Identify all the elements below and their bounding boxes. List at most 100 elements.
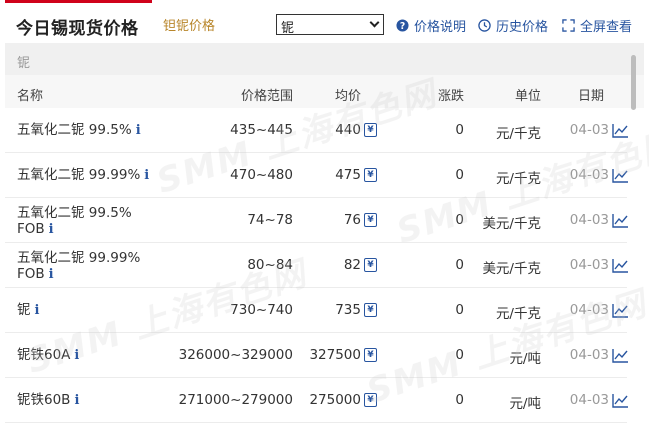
row-name-text: 铌	[17, 302, 31, 318]
yuan-icon[interactable]: ¥	[364, 348, 377, 362]
row-date: 04-03	[569, 257, 609, 273]
question-circle-icon: ?	[396, 19, 409, 32]
row-unit: 元/千克	[495, 171, 541, 187]
row-change: 0	[455, 122, 464, 138]
row-name-text: 五氧化二铌 99.99%	[17, 167, 141, 183]
row-change: 0	[455, 257, 464, 273]
row-unit: 元/吨	[509, 351, 541, 367]
row-name-suffix: FOB	[17, 221, 45, 237]
trend-chart-icon[interactable]	[612, 213, 629, 228]
row-change: 0	[455, 212, 464, 228]
info-icon[interactable]: i	[74, 348, 79, 363]
row-unit: 美元/千克	[482, 261, 541, 277]
row-average-price: 82	[343, 257, 361, 273]
row-price-range: 730~740	[230, 302, 293, 318]
price-explanation-button[interactable]: ? 价格说明	[396, 16, 466, 35]
row-date: 04-03	[569, 122, 609, 138]
fullscreen-label: 全屏查看	[580, 20, 633, 35]
row-name: 铌铁60B i	[17, 392, 79, 409]
yuan-icon[interactable]: ¥	[364, 393, 377, 407]
fullscreen-icon	[562, 19, 575, 32]
trend-chart-icon[interactable]	[612, 258, 629, 273]
row-name: 五氧化二铌 99.5% FOB i	[17, 205, 132, 238]
table-row: 五氧化二铌 99.99% i 470~480 475 0 元/千克 04-03 ¥	[5, 153, 629, 198]
row-name: 五氧化二铌 99.99% i	[17, 167, 149, 184]
trend-chart-icon[interactable]	[612, 303, 629, 318]
column-header-change: 涨跌	[438, 89, 465, 104]
table-row: 五氧化二铌 99.99% FOB i 80~84 82 0 美元/千克 04-03 ¥	[5, 243, 629, 288]
table-row: 五氧化二铌 99.5% i 435~445 440 0 元/千克 04-03 ¥	[5, 108, 629, 153]
row-unit: 元/吨	[509, 396, 541, 412]
row-average-price: 275000	[309, 392, 361, 408]
yuan-icon[interactable]: ¥	[364, 258, 377, 272]
table-row: 铌铁60B i 271000~279000 275000 0 元/吨 04-03 ¥	[5, 378, 629, 423]
fullscreen-button[interactable]: 全屏查看	[562, 16, 632, 35]
table-row: 五氧化二铌 99.5% FOB i 74~78 76 0 美元/千克 04-03 ¥	[5, 198, 629, 243]
row-name-text: 铌铁60A	[17, 347, 71, 363]
row-price-range: 74~78	[247, 212, 293, 228]
row-price-range: 470~480	[230, 167, 293, 183]
info-icon[interactable]: i	[49, 222, 54, 237]
history-price-button[interactable]: 历史价格	[478, 16, 548, 35]
row-date: 04-03	[569, 392, 609, 408]
trend-chart-icon[interactable]	[612, 348, 629, 363]
history-price-label: 历史价格	[496, 20, 549, 35]
row-date: 04-03	[569, 167, 609, 183]
row-unit: 元/千克	[495, 306, 541, 322]
row-average-price: 76	[343, 212, 361, 228]
row-name: 五氧化二铌 99.99% FOB i	[17, 250, 140, 283]
row-name-text: 五氧化二铌 99.99%	[17, 250, 141, 266]
row-average-price: 327500	[309, 347, 361, 363]
tab-tin-spot-price[interactable]: 今日锡现货价格	[5, 0, 152, 42]
column-header-average: 均价	[335, 89, 362, 104]
metal-select-value: 铌	[281, 21, 295, 36]
row-price-range: 271000~279000	[178, 392, 293, 408]
top-bar: 今日锡现货价格 钽铌价格 铌 ? 价格说明 历史价格 全屏查看	[0, 0, 649, 42]
svg-text:?: ?	[400, 21, 405, 32]
row-price-range: 326000~329000	[178, 347, 293, 363]
row-name: 铌i	[17, 302, 39, 319]
trend-chart-icon[interactable]	[612, 168, 629, 183]
yuan-icon[interactable]: ¥	[364, 123, 377, 137]
chevron-down-icon	[369, 17, 380, 28]
row-change: 0	[455, 302, 464, 318]
info-icon[interactable]: i	[136, 123, 141, 138]
info-icon[interactable]: i	[74, 393, 79, 408]
column-header-price-range: 价格范围	[241, 89, 294, 104]
row-name-text: 五氧化二铌 99.5%	[17, 205, 132, 221]
trend-chart-icon[interactable]	[612, 393, 629, 408]
row-date: 04-03	[569, 302, 609, 318]
row-price-range: 80~84	[247, 257, 293, 273]
row-name: 五氧化二铌 99.5% i	[17, 122, 141, 139]
info-icon[interactable]: i	[144, 168, 149, 183]
row-average-price: 475	[335, 167, 361, 183]
row-name-suffix: FOB	[17, 266, 45, 282]
column-header-date: 日期	[578, 89, 605, 104]
row-price-range: 435~445	[230, 122, 293, 138]
row-unit: 元/千克	[495, 126, 541, 142]
price-explanation-label: 价格说明	[414, 20, 467, 35]
trend-chart-icon[interactable]	[612, 123, 629, 138]
metal-select[interactable]: 铌	[276, 14, 384, 36]
scrollbar-thumb[interactable]	[631, 55, 636, 110]
row-unit: 美元/千克	[482, 216, 541, 232]
yuan-icon[interactable]: ¥	[364, 168, 377, 182]
row-change: 0	[455, 392, 464, 408]
category-label: 铌	[17, 56, 31, 71]
clock-icon	[478, 19, 491, 32]
yuan-icon[interactable]: ¥	[364, 303, 377, 317]
row-change: 0	[455, 347, 464, 363]
table-row: 铌铁60A i 326000~329000 327500 0 元/吨 04-03 ¥	[5, 333, 629, 378]
column-header-name: 名称	[17, 89, 44, 104]
row-average-price: 735	[335, 302, 361, 318]
row-average-price: 440	[335, 122, 361, 138]
info-icon[interactable]: i	[49, 267, 54, 282]
row-date: 04-03	[569, 347, 609, 363]
category-strip: 铌	[5, 43, 644, 75]
tab-tantalum-niobium-price[interactable]: 钽铌价格	[163, 15, 215, 34]
table-header: 名称 价格范围 均价 涨跌 单位 日期	[5, 75, 644, 108]
column-header-unit: 单位	[515, 89, 542, 104]
row-date: 04-03	[569, 212, 609, 228]
yuan-icon[interactable]: ¥	[364, 213, 377, 227]
info-icon[interactable]: i	[35, 303, 40, 318]
